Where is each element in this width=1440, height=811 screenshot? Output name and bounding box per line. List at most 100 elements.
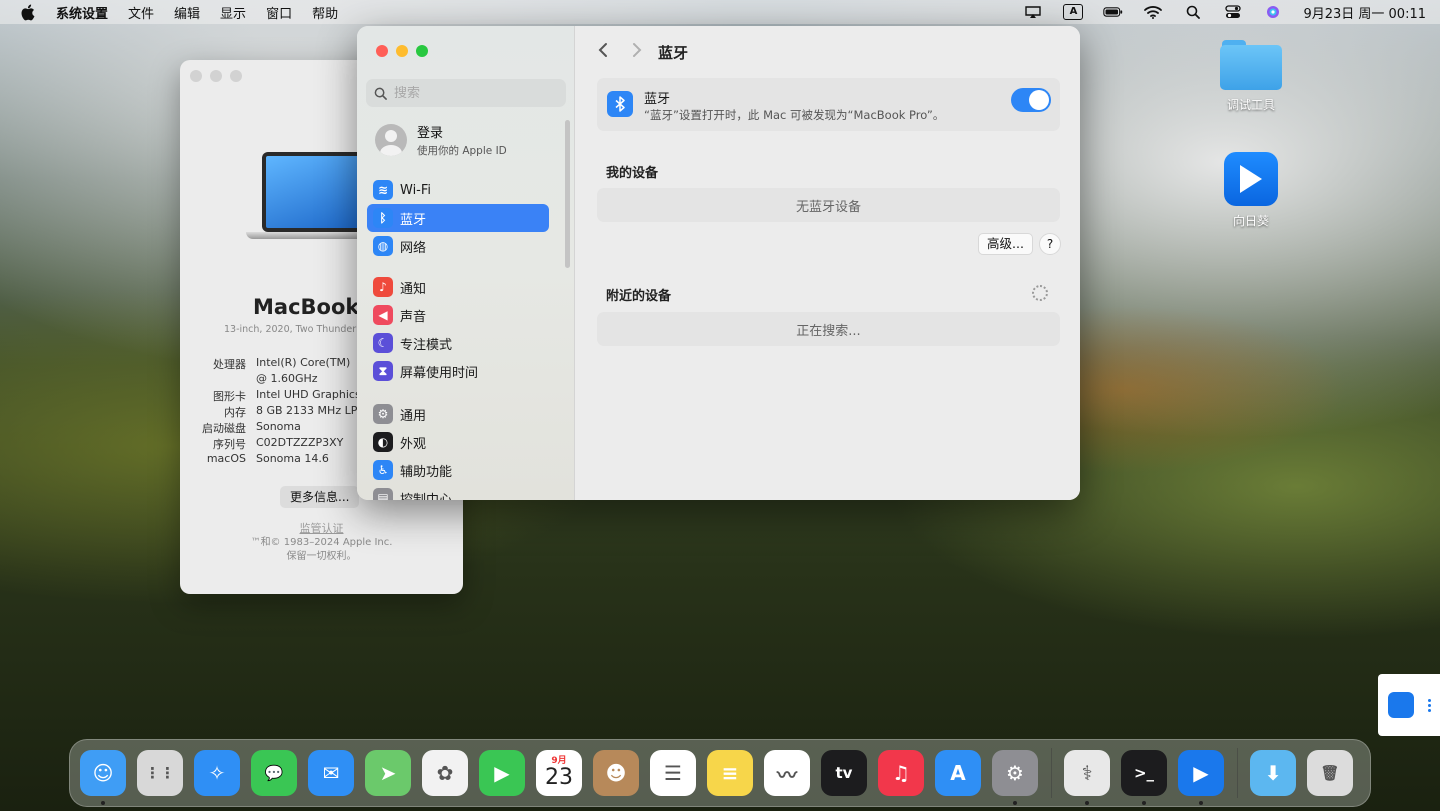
sidebar-search[interactable] xyxy=(366,79,566,107)
safari-icon[interactable]: ✧ xyxy=(194,750,240,796)
menu-help[interactable]: 帮助 xyxy=(312,3,338,22)
sidebar-item-label: 通用 xyxy=(400,408,427,424)
photos-icon[interactable]: ✿ xyxy=(422,750,468,796)
sunlogin-floating-widget[interactable] xyxy=(1378,674,1440,736)
zoom-button[interactable] xyxy=(230,70,242,82)
sunlogin-widget-icon xyxy=(1388,692,1414,718)
mail-icon[interactable]: ✉ xyxy=(308,750,354,796)
freeform-icon[interactable]: 〰 xyxy=(764,750,810,796)
minimize-button[interactable] xyxy=(396,45,408,57)
sidebar-item-label: 辅助功能 xyxy=(400,464,453,480)
apple-tv-icon[interactable]: tv xyxy=(821,750,867,796)
music-icon[interactable]: ♫ xyxy=(878,750,924,796)
sidebar-item-accessibility[interactable]: ♿ 辅助功能 xyxy=(367,456,549,484)
menu-app-name[interactable]: 系统设置 xyxy=(56,3,108,22)
terminal-icon[interactable]: >_ xyxy=(1121,750,1167,805)
sidebar-item-bluetooth[interactable]: ᛒ 蓝牙 xyxy=(367,204,549,232)
trash-icon[interactable]: 🗑 xyxy=(1307,750,1353,796)
sidebar-item-gear[interactable]: ⚙ 通用 xyxy=(367,400,549,428)
forward-button[interactable] xyxy=(632,42,642,63)
bluetooth-toggle[interactable] xyxy=(1011,88,1051,112)
advanced-button[interactable]: 高级... xyxy=(978,233,1033,255)
apple-menu-icon[interactable] xyxy=(20,4,36,21)
bluetooth-pane: 蓝牙 蓝牙 “蓝牙”设置打开时，此 Mac 可被发现为“MacBook Pro”… xyxy=(576,26,1080,500)
contacts-icon[interactable]: ☻ xyxy=(593,750,639,796)
accessibility-icon: ♿ xyxy=(373,460,393,480)
control-center-menubar-icon[interactable] xyxy=(1223,4,1243,20)
sidebar-group-notifications: ♪ 通知 ◀ 声音 ☾ 专注模式 ⧗ 屏幕使用时间 xyxy=(367,273,549,385)
sidebar-item-hourglass[interactable]: ⧗ 屏幕使用时间 xyxy=(367,357,549,385)
input-source-icon[interactable]: A xyxy=(1063,4,1084,20)
settings-window-controls xyxy=(376,45,428,57)
more-options-icon[interactable] xyxy=(1428,698,1431,712)
zoom-button[interactable] xyxy=(416,45,428,57)
finder-icon[interactable]: ☺ xyxy=(80,750,126,805)
screen-mirroring-icon[interactable] xyxy=(1023,4,1043,20)
sidebar-item-wifi[interactable]: ≋ Wi-Fi xyxy=(367,176,549,204)
bluetooth-label: 蓝牙 xyxy=(644,92,671,107)
menu-datetime[interactable]: 9月23日 周一 00:11 xyxy=(1303,3,1426,22)
app-store-icon[interactable]: A xyxy=(935,750,981,796)
sidebar-item-control-center[interactable]: ▤ 控制中心 xyxy=(367,484,549,500)
appearance-icon: ◐ xyxy=(373,432,393,452)
chevron-right-icon xyxy=(633,42,642,57)
sidebar-item-label: 屏幕使用时间 xyxy=(400,365,479,381)
hourglass-icon: ⧗ xyxy=(373,361,393,381)
sidebar-item-label: 蓝牙 xyxy=(400,212,427,228)
desktop-app-sunlogin[interactable]: 向日葵 xyxy=(1206,152,1296,229)
regulatory-certification-link[interactable]: 监管认证 xyxy=(180,520,463,536)
sidebar-item-appearance[interactable]: ◐ 外观 xyxy=(367,428,549,456)
search-input[interactable] xyxy=(394,85,554,101)
launchpad-icon[interactable]: ⋮⋮ xyxy=(137,750,183,796)
menu-bar: 系统设置 文件 编辑 显示 窗口 帮助 A 9月23日 周一 00:11 xyxy=(0,0,1440,24)
sidebar-item-label: 专注模式 xyxy=(400,337,453,353)
maps-icon[interactable]: ➤ xyxy=(365,750,411,796)
dock: ☺ ⋮⋮ ✧ 💬 ✉ ➤ ✿ ▶ 9月 23 ☻ ☰ ≡ 〰 tv ♫ A ⚙ ⚕ >_ ▶ ⬇ 🗑 xyxy=(69,739,1371,807)
chevron-left-icon xyxy=(598,42,607,57)
facetime-icon[interactable]: ▶ xyxy=(479,750,525,796)
battery-icon[interactable] xyxy=(1103,4,1123,20)
system-settings-icon[interactable]: ⚙ xyxy=(992,750,1038,805)
settings-sidebar: 登录 使用你的 Apple ID ≋ Wi-Fi ᛒ 蓝牙 ◍ 网络 ♪ 通知 ◀ 声音 ☾ 专注模… xyxy=(357,26,575,500)
speaker-icon: ◀ xyxy=(373,305,393,325)
sidebar-item-globe[interactable]: ◍ 网络 xyxy=(367,232,549,260)
menu-window[interactable]: 窗口 xyxy=(266,3,292,22)
spotlight-search-icon[interactable] xyxy=(1183,4,1203,20)
bell-icon: ♪ xyxy=(373,277,393,297)
desktop-folder-debug-tools[interactable]: 调试工具 xyxy=(1206,40,1296,113)
system-info-icon[interactable]: ⚕ xyxy=(1064,750,1110,805)
nearby-devices-heading: 附近的设备 xyxy=(606,289,672,304)
help-button[interactable]: ? xyxy=(1039,233,1061,255)
page-title: 蓝牙 xyxy=(658,43,689,62)
calendar-day: 23 xyxy=(545,765,573,790)
menu-file[interactable]: 文件 xyxy=(128,3,154,22)
siri-icon[interactable] xyxy=(1263,4,1283,20)
notes-icon[interactable]: ≡ xyxy=(707,750,753,796)
signin-title: 登录 xyxy=(417,126,444,141)
downloads-folder-icon[interactable]: ⬇ xyxy=(1250,750,1296,796)
about-window-controls xyxy=(190,70,242,82)
sidebar-item-bell[interactable]: ♪ 通知 xyxy=(367,273,549,301)
apple-id-signin[interactable]: 登录 使用你的 Apple ID xyxy=(375,122,507,158)
bluetooth-description: “蓝牙”设置打开时，此 Mac 可被发现为“MacBook Pro”。 xyxy=(644,108,945,122)
menu-edit[interactable]: 编辑 xyxy=(174,3,200,22)
close-button[interactable] xyxy=(376,45,388,57)
pane-toolbar: 蓝牙 xyxy=(576,26,1080,78)
wifi-icon: ≋ xyxy=(373,180,393,200)
menu-view[interactable]: 显示 xyxy=(220,3,246,22)
sidebar-item-moon[interactable]: ☾ 专注模式 xyxy=(367,329,549,357)
sunlogin-dock-icon[interactable]: ▶ xyxy=(1178,750,1224,805)
calendar-icon[interactable]: 9月 23 xyxy=(536,750,582,796)
sidebar-item-label: 声音 xyxy=(400,309,427,325)
more-info-button[interactable]: 更多信息... xyxy=(280,486,360,508)
desktop-icon-label: 向日葵 xyxy=(1232,214,1269,228)
sidebar-item-speaker[interactable]: ◀ 声音 xyxy=(367,301,549,329)
wifi-status-icon[interactable] xyxy=(1143,4,1163,20)
messages-icon[interactable]: 💬 xyxy=(251,750,297,796)
back-button[interactable] xyxy=(598,42,608,63)
sidebar-scrollbar[interactable] xyxy=(565,120,570,268)
sidebar-group-network: ≋ Wi-Fi ᛒ 蓝牙 ◍ 网络 xyxy=(367,176,549,260)
minimize-button[interactable] xyxy=(210,70,222,82)
close-button[interactable] xyxy=(190,70,202,82)
reminders-icon[interactable]: ☰ xyxy=(650,750,696,796)
